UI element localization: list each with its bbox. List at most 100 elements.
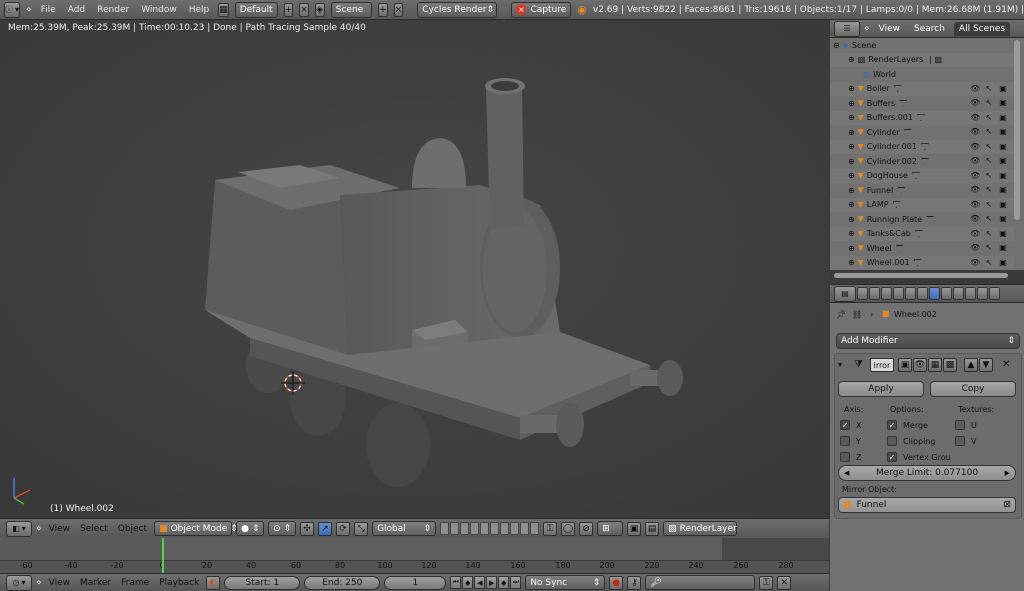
outliner-scrollbar[interactable] [1014,40,1020,220]
render-toggle-icon[interactable]: ▣ [998,243,1008,253]
menu-select[interactable]: Select [77,524,111,534]
render-toggle-icon[interactable]: ▣ [998,98,1008,108]
outliner-item[interactable]: ⊕ Funnel 👁︎ ↖ ▣ [830,183,1014,198]
eye-icon[interactable]: 👁︎ [970,214,980,224]
opengl-render-icon[interactable]: ▣ [627,521,642,536]
clipping-checkbox[interactable] [887,436,897,446]
screen-layout-field[interactable]: Default [234,1,278,18]
apply-button[interactable]: Apply [838,381,924,397]
outliner-item[interactable]: ⊕ LAMP 👁︎ ↖ ▣ [830,197,1014,212]
render-toggle-icon[interactable]: ▣ [998,127,1008,137]
render-layer-field[interactable]: ▧ RenderLayer [663,521,738,536]
outliner-item[interactable]: ⊖ ◈ Scene [830,38,1014,53]
render-toggle-icon[interactable]: ▣ [998,200,1008,210]
cursor-select-icon[interactable]: ↖ [984,113,994,123]
start-frame-field[interactable]: Start: 1 [224,575,301,590]
merge-limit-field[interactable]: ◀ Merge Limit: 0.077100 ▶ [838,465,1016,481]
scene-tab-icon[interactable] [881,287,892,300]
prev-keyframe-icon[interactable]: ◆ [462,576,474,589]
eye-icon[interactable]: 👁︎ [970,84,980,94]
scale-icon[interactable]: ⤡ [354,521,369,536]
cursor-select-icon[interactable]: ↖ [984,84,994,94]
cursor-select-icon[interactable]: ↖ [984,258,994,268]
eye-icon[interactable]: 👁︎ [970,142,980,152]
render-engine-dropdown[interactable]: Cycles Render ⇕ [417,1,498,18]
mesh-data-icon[interactable] [926,215,935,223]
capture-button[interactable]: × Capture [511,1,572,18]
render-toggle-icon[interactable]: ▣ [998,258,1008,268]
3d-viewport[interactable]: Mem:25.39M, Peak:25.39M | Time:00:10.23 … [0,20,829,518]
constraints-tab-icon[interactable] [917,287,928,300]
snap-icon[interactable]: ⊘ [579,521,594,536]
outliner-list[interactable]: ⊖ ◈ Scene ⊕ ▧ RenderLayers | ▧ ◍ World ⊕ Boiler 👁︎ ↖… [830,38,1024,270]
expand-icon[interactable]: ⊕ [848,186,855,195]
end-frame-field[interactable]: End: 250 [304,575,381,590]
render-layers-tab-icon[interactable] [869,287,880,300]
modifiers-tab-icon[interactable] [929,287,940,300]
copy-button[interactable]: Copy [930,381,1016,397]
world-tab-icon[interactable] [893,287,904,300]
record-icon[interactable]: ● [609,575,624,590]
cursor-select-icon[interactable]: ↖ [984,229,994,239]
cursor-select-icon[interactable]: ↖ [984,185,994,195]
jump-end-icon[interactable]: ⏭ [510,576,522,589]
expand-icon[interactable]: ⊕ [848,215,855,224]
eye-icon[interactable]: 👁︎ [970,258,980,268]
increment-icon[interactable]: ▶ [1005,469,1010,477]
outliner-item[interactable]: ⊕ Boiler 👁︎ ↖ ▣ [830,81,1014,96]
lock-layers-icon[interactable]: ⚿ [543,521,558,536]
cursor-select-icon[interactable]: ↖ [984,243,994,253]
viewport-toggle-icon[interactable]: 👁︎ [913,358,927,372]
eye-icon[interactable]: 👁︎ [970,98,980,108]
expand-icon[interactable]: ⊕ [848,244,855,253]
shading-dropdown[interactable]: ● ⇕ [236,521,265,536]
outliner-item[interactable]: ◍ World [830,67,1014,82]
mesh-data-icon[interactable] [913,259,922,267]
cursor-select-icon[interactable]: ↖ [984,98,994,108]
scene-field[interactable]: Scene [330,1,373,18]
material-tab-icon[interactable] [953,287,964,300]
physics-tab-icon[interactable] [989,287,1000,300]
delete-keyframe-icon[interactable]: ✕ [777,575,792,590]
outliner-item[interactable]: ⊕ Buffers.001 👁︎ ↖ ▣ [830,110,1014,125]
mesh-data-icon[interactable] [895,244,904,252]
keying-set-icon[interactable]: ⚷ [627,575,642,590]
mesh-data-icon[interactable] [892,201,901,209]
outliner-item[interactable]: ⊕ Cylinder 👁︎ ↖ ▣ [830,125,1014,140]
sync-dropdown[interactable]: No Sync ⇕ [525,575,606,590]
rotate-icon[interactable]: ⟳ [336,521,351,536]
current-frame-field[interactable]: 1 [384,575,447,590]
expand-icon[interactable]: ⊕ [848,113,855,122]
add-layout-icon[interactable]: + [283,2,294,17]
decrement-icon[interactable]: ◀ [844,469,849,477]
editor-type-button[interactable]: ⓘ ▾ [4,1,21,18]
object-tab-icon[interactable] [905,287,916,300]
delete-layout-icon[interactable]: × [299,2,309,17]
axis-x-checkbox[interactable]: ✓ [840,420,850,430]
preview-range-icon[interactable]: ◐ [206,575,221,590]
mesh-data-icon[interactable] [920,157,929,165]
jump-start-icon[interactable]: ⏮ [450,576,462,589]
translate-icon[interactable]: ↗ [318,521,333,536]
mirror-object-field[interactable]: ■ Funnel ⊠ [838,497,1016,513]
mesh-data-icon[interactable] [893,85,902,93]
cage-toggle-icon[interactable]: ▩ [943,358,957,372]
timeline[interactable]: -60 -40 -20 0 20 40 60 80 100 120 140 16… [0,538,829,573]
screen-layout-icon[interactable]: ▦ [218,2,229,17]
render-toggle-icon[interactable]: ▣ [998,229,1008,239]
merge-checkbox[interactable]: ✓ [887,420,897,430]
proportional-edit-icon[interactable]: ◯ [561,521,576,536]
eye-icon[interactable]: 👁︎ [970,200,980,210]
scene-icon[interactable]: ◈ [314,2,325,17]
render-toggle-icon[interactable]: ▣ [898,358,912,372]
menu-playback[interactable]: Playback [156,578,202,588]
render-toggle-icon[interactable]: ▣ [998,156,1008,166]
outliner-item[interactable]: ⊕ Buffers 👁︎ ↖ ▣ [830,96,1014,111]
opengl-anim-icon[interactable]: ▤ [645,521,660,536]
eye-icon[interactable]: 👁︎ [970,185,980,195]
move-up-icon[interactable]: ▲ [964,358,978,372]
eye-icon[interactable]: 👁︎ [970,229,980,239]
menu-object[interactable]: Object [115,524,150,534]
outliner-hscrollbar[interactable] [834,273,1008,278]
outliner-item[interactable]: ⊕ Runnign Plate 👁︎ ↖ ▣ [830,212,1014,227]
